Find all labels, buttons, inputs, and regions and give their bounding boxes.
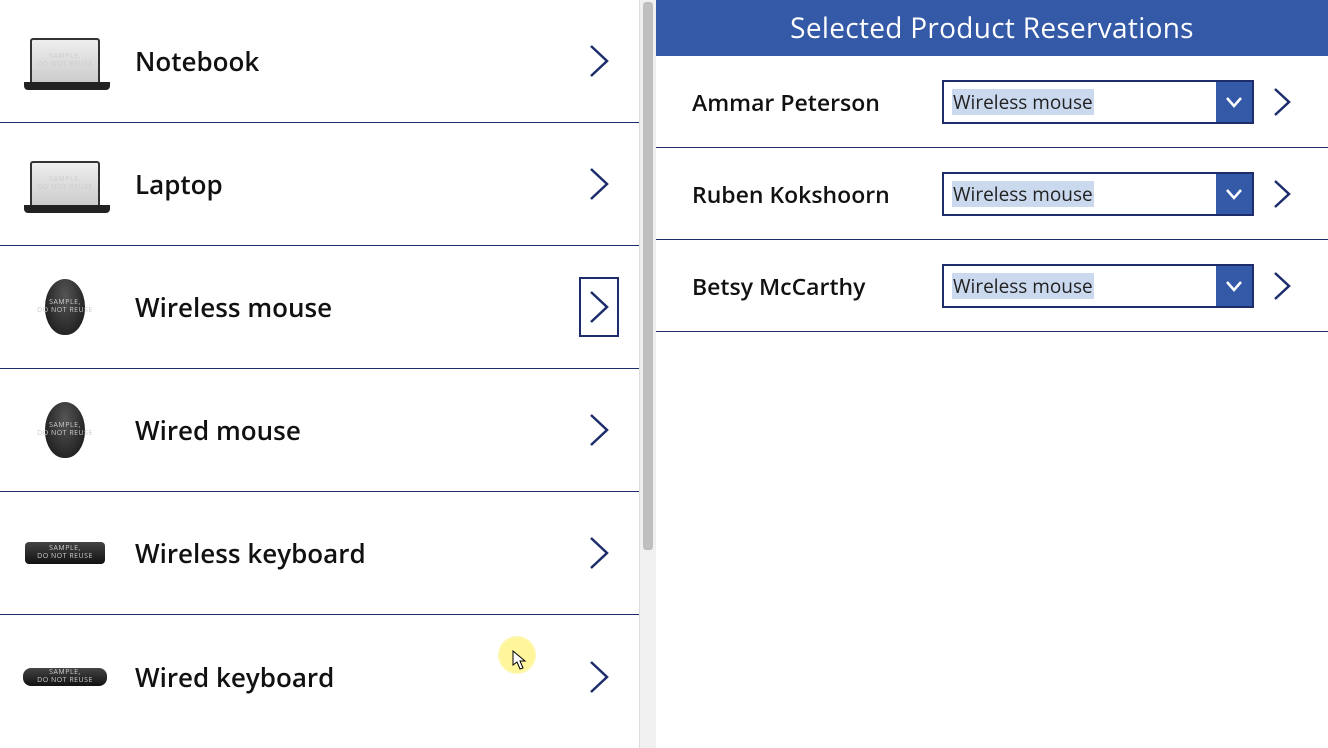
chevron-right-icon[interactable] [579, 31, 619, 91]
chevron-right-icon[interactable] [579, 647, 619, 707]
reservation-row: Ruben Kokshoorn Wireless mouse [656, 148, 1328, 240]
product-label: Notebook [135, 43, 579, 79]
product-list-panel: SAMPLE, DO NOT REUSE Notebook SAMPLE, DO… [0, 0, 640, 748]
product-label: Laptop [135, 166, 579, 202]
chevron-right-icon[interactable] [579, 523, 619, 583]
product-thumb: SAMPLE, DO NOT REUSE [20, 272, 110, 342]
product-thumb: SAMPLE, DO NOT REUSE [20, 642, 110, 712]
chevron-down-icon[interactable] [1216, 266, 1252, 306]
chevron-right-icon[interactable] [579, 277, 619, 337]
laptop-icon [30, 38, 100, 84]
mouse-icon [45, 402, 85, 458]
chevron-right-icon[interactable] [1264, 179, 1300, 209]
reservation-product-select[interactable]: Wireless mouse [942, 172, 1254, 216]
product-label: Wired keyboard [135, 659, 579, 695]
reservation-name: Ammar Peterson [692, 86, 942, 118]
reservation-product-select[interactable]: Wireless mouse [942, 80, 1254, 124]
product-row-notebook[interactable]: SAMPLE, DO NOT REUSE Notebook [0, 0, 639, 123]
product-thumb: SAMPLE, DO NOT REUSE [20, 395, 110, 465]
reservation-name: Ruben Kokshoorn [692, 178, 942, 210]
chevron-right-icon[interactable] [1264, 271, 1300, 301]
product-thumb: SAMPLE, DO NOT REUSE [20, 518, 110, 588]
product-label: Wireless mouse [135, 289, 579, 325]
scrollbar-thumb[interactable] [643, 2, 653, 550]
reservations-header: Selected Product Reservations [656, 0, 1328, 56]
mouse-icon [45, 279, 85, 335]
chevron-right-icon[interactable] [1264, 87, 1300, 117]
reservation-product-select[interactable]: Wireless mouse [942, 264, 1254, 308]
reservation-row: Betsy McCarthy Wireless mouse [656, 240, 1328, 332]
product-label: Wired mouse [135, 412, 579, 448]
reservation-row: Ammar Peterson Wireless mouse [656, 56, 1328, 148]
keyboard-icon [25, 542, 105, 564]
select-value: Wireless mouse [944, 82, 1216, 122]
chevron-right-icon[interactable] [579, 154, 619, 214]
reservation-name: Betsy McCarthy [692, 270, 942, 302]
product-row-wired-mouse[interactable]: SAMPLE, DO NOT REUSE Wired mouse [0, 369, 639, 492]
product-row-wireless-mouse[interactable]: SAMPLE, DO NOT REUSE Wireless mouse [0, 246, 639, 369]
chevron-down-icon[interactable] [1216, 82, 1252, 122]
chevron-right-icon[interactable] [579, 400, 619, 460]
select-value: Wireless mouse [944, 174, 1216, 214]
laptop-icon [30, 161, 100, 207]
product-row-wired-keyboard[interactable]: SAMPLE, DO NOT REUSE Wired keyboard [0, 615, 639, 738]
product-thumb: SAMPLE, DO NOT REUSE [20, 26, 110, 96]
product-label: Wireless keyboard [135, 535, 579, 571]
product-row-laptop[interactable]: SAMPLE, DO NOT REUSE Laptop [0, 123, 639, 246]
reservations-panel: Selected Product Reservations Ammar Pete… [656, 0, 1328, 748]
select-value: Wireless mouse [944, 266, 1216, 306]
keyboard-icon [23, 668, 107, 686]
chevron-down-icon[interactable] [1216, 174, 1252, 214]
product-thumb: SAMPLE, DO NOT REUSE [20, 149, 110, 219]
left-panel-scrollbar[interactable] [640, 0, 656, 748]
product-row-wireless-keyboard[interactable]: SAMPLE, DO NOT REUSE Wireless keyboard [0, 492, 639, 615]
app-root: SAMPLE, DO NOT REUSE Notebook SAMPLE, DO… [0, 0, 1328, 748]
